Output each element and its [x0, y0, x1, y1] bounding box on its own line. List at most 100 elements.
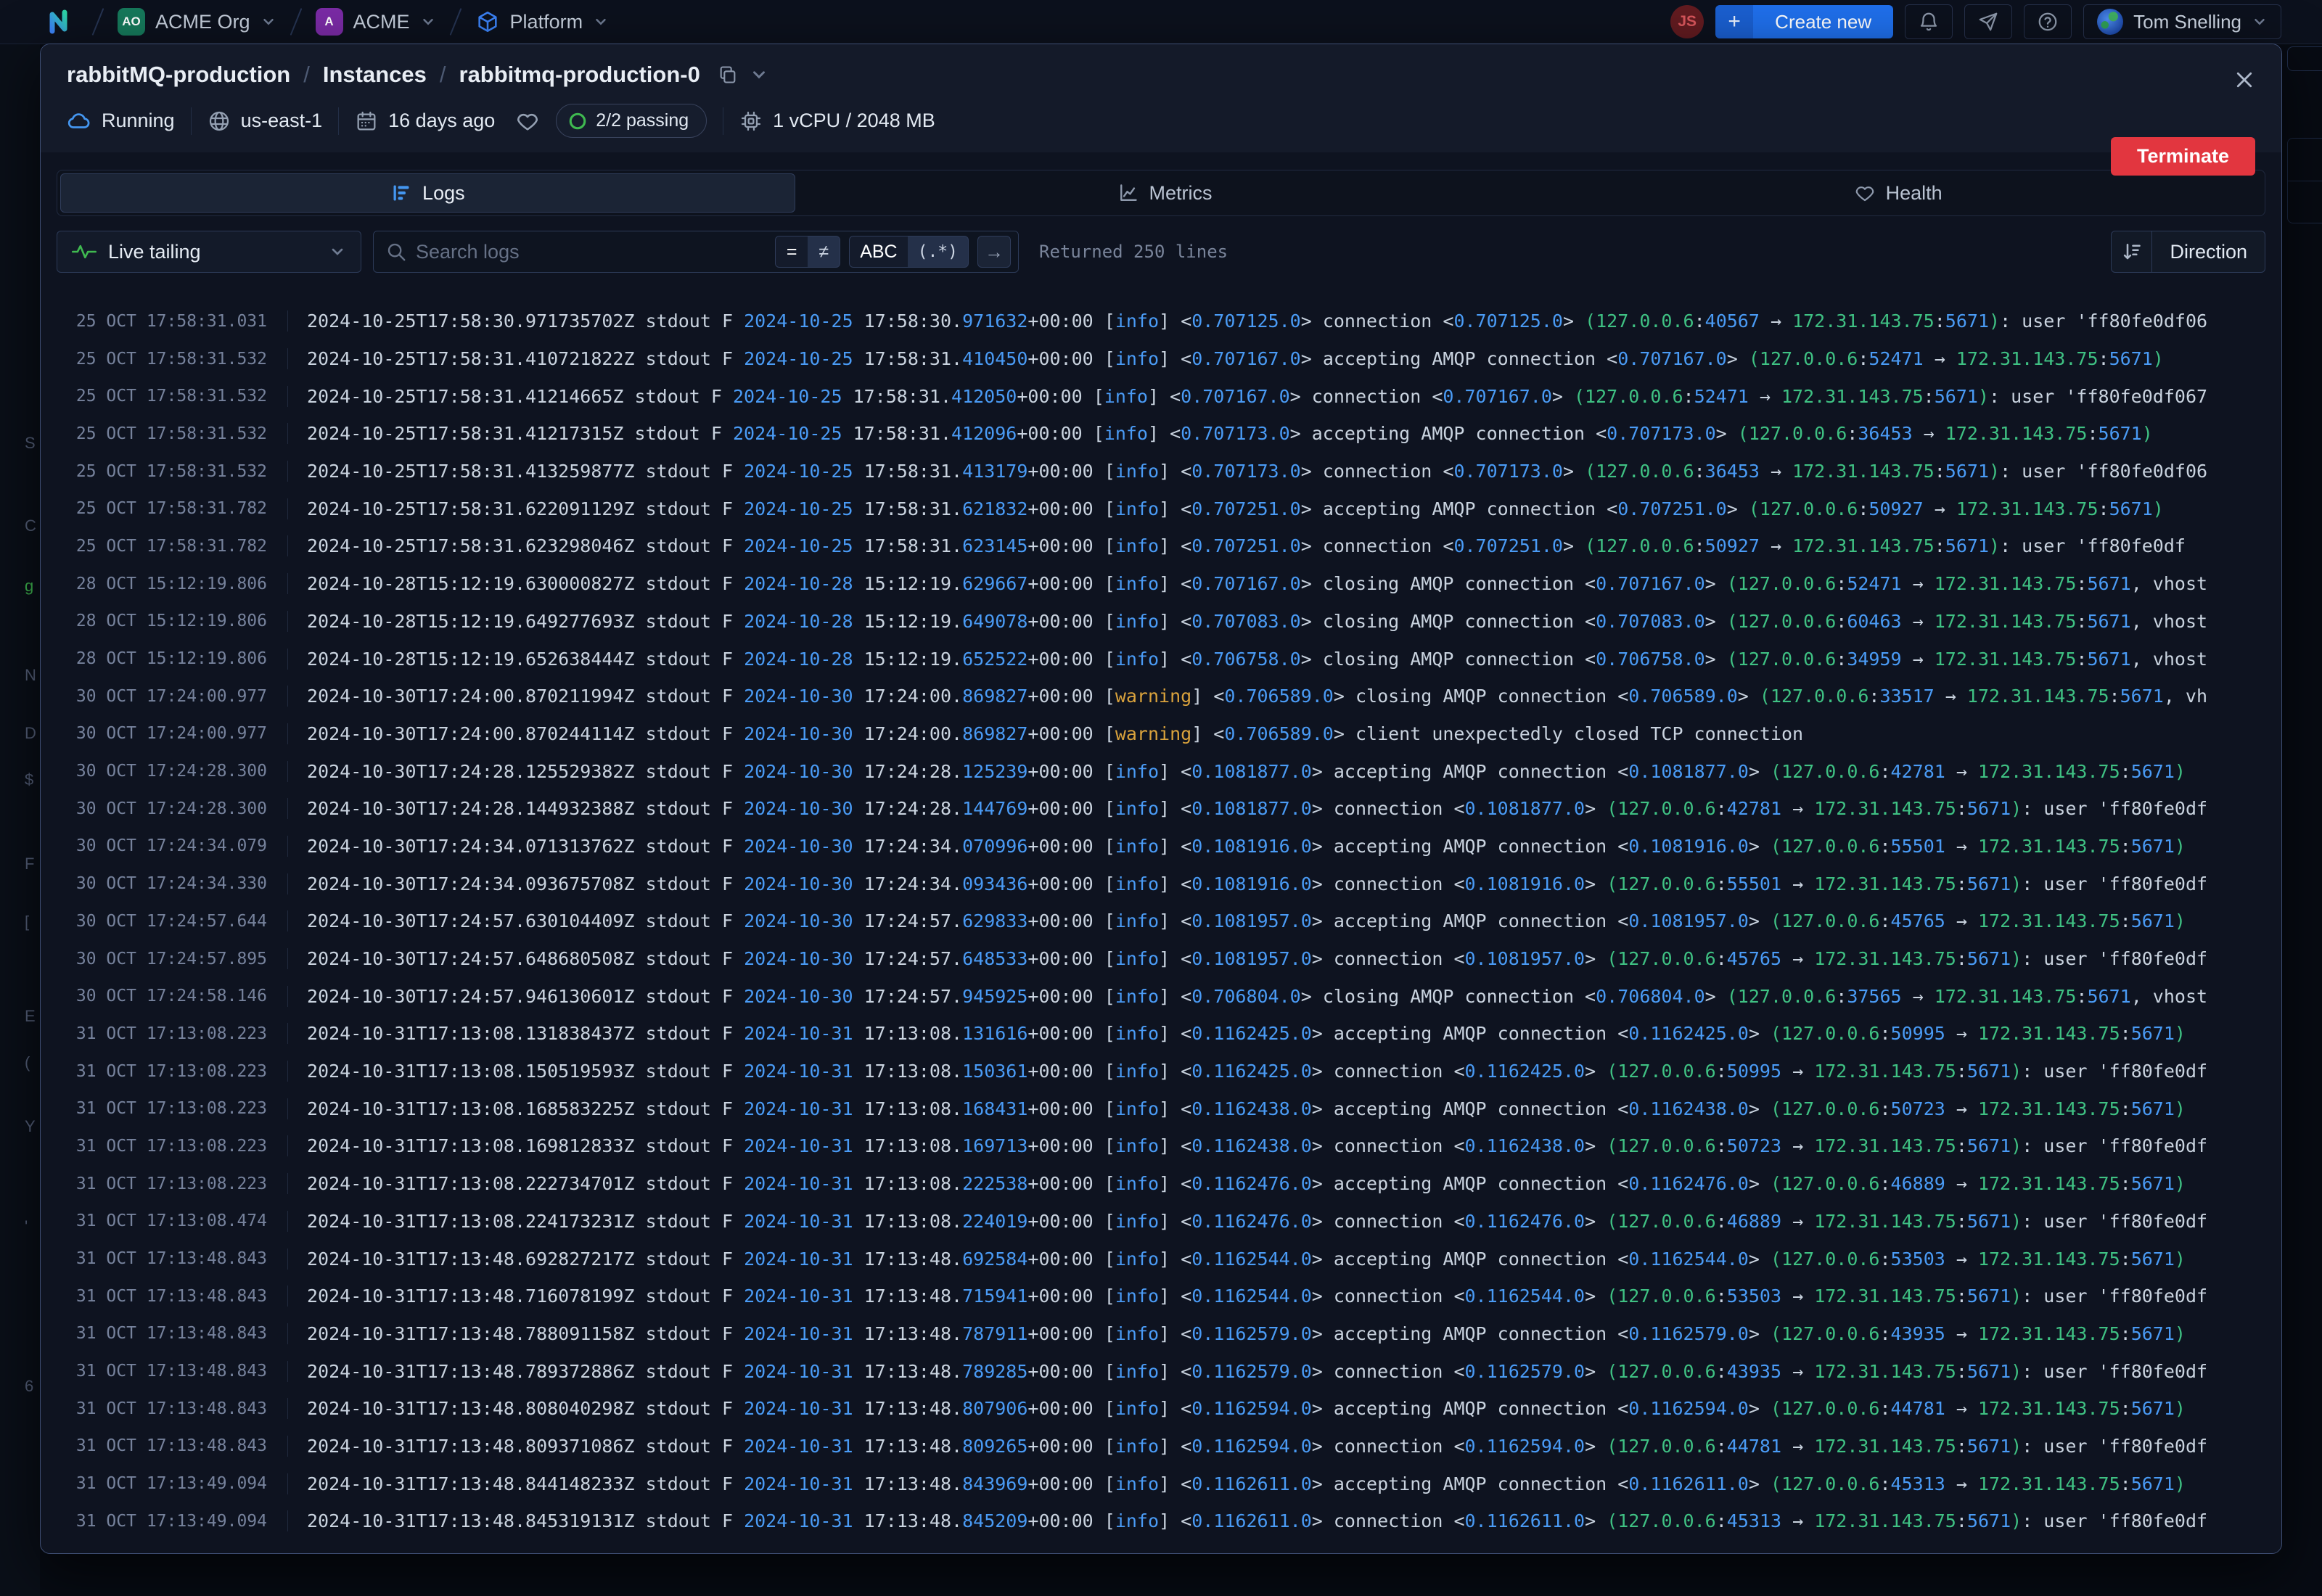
breadcrumb-service-name[interactable]: rabbitMQ-production	[67, 62, 290, 88]
background-text-fragment: C	[25, 517, 36, 535]
not-equals-toggle[interactable]: ≠	[808, 236, 840, 267]
background-panel-edge	[2287, 138, 2322, 223]
log-row: 31 OCT 17:13:08.4742024-10-31T17:13:08.2…	[41, 1203, 2281, 1241]
chevron-down-icon	[260, 14, 276, 30]
log-row: 30 OCT 17:24:58.1462024-10-30T17:24:57.9…	[41, 977, 2281, 1015]
avatar[interactable]: JS	[1670, 5, 1704, 38]
heart-icon	[1854, 182, 1876, 204]
search-icon	[385, 241, 407, 263]
status-running: Running	[67, 109, 175, 133]
chip-icon	[739, 110, 763, 133]
status-age: 16 days ago	[355, 110, 495, 133]
check-ring-icon	[568, 112, 587, 131]
tabstrip: Logs Metrics Health	[57, 170, 2265, 216]
breadcrumb-separator	[92, 8, 104, 36]
log-row: 25 OCT 17:58:31.7822024-10-25T17:58:31.6…	[41, 527, 2281, 565]
search-box: = ≠ ABC (.*) →	[373, 231, 1019, 273]
chevron-down-icon	[329, 243, 346, 260]
log-row: 31 OCT 17:13:08.2232024-10-31T17:13:08.1…	[41, 1090, 2281, 1127]
log-row: 31 OCT 17:13:08.2232024-10-31T17:13:08.1…	[41, 1127, 2281, 1165]
log-row: 28 OCT 15:12:19.8062024-10-28T15:12:19.6…	[41, 565, 2281, 603]
breadcrumb-org[interactable]: AO ACME Org	[118, 8, 276, 36]
project-label: ACME	[353, 11, 410, 33]
status-resources: 1 vCPU / 2048 MB	[739, 110, 935, 133]
metrics-icon	[1117, 182, 1139, 204]
log-row: 31 OCT 17:13:48.8432024-10-31T17:13:48.7…	[41, 1352, 2281, 1390]
log-row: 31 OCT 17:13:48.8432024-10-31T17:13:48.7…	[41, 1315, 2281, 1353]
chevron-down-icon[interactable]	[750, 65, 768, 84]
background-text-fragment: 6	[25, 1377, 33, 1396]
calendar-icon	[355, 110, 378, 133]
background-panel-edge	[2287, 46, 2322, 71]
user-menu[interactable]: Tom Snelling	[2083, 4, 2281, 39]
status-region: us-east-1	[208, 110, 323, 133]
log-row: 31 OCT 17:13:48.8432024-10-31T17:13:48.8…	[41, 1390, 2281, 1428]
log-rows: 25 OCT 17:58:31.0312024-10-25T17:58:30.9…	[41, 303, 2281, 1540]
log-row: 31 OCT 17:13:08.2232024-10-31T17:13:08.1…	[41, 1015, 2281, 1053]
terminate-button[interactable]: Terminate	[2111, 137, 2255, 176]
background-text-fragment: E	[25, 1007, 36, 1026]
log-row: 30 OCT 17:24:57.8952024-10-30T17:24:57.6…	[41, 940, 2281, 978]
heart-icon[interactable]	[515, 109, 540, 133]
create-new-button[interactable]: + Create new	[1715, 5, 1893, 38]
app-logo-icon[interactable]	[45, 5, 78, 38]
log-row: 31 OCT 17:13:08.2232024-10-31T17:13:08.2…	[41, 1165, 2281, 1203]
regex-mode-toggle[interactable]: (.*)	[908, 236, 968, 267]
log-row: 30 OCT 17:24:34.0792024-10-30T17:24:34.0…	[41, 828, 2281, 865]
breadcrumb-project[interactable]: A ACME	[316, 8, 436, 36]
text-regex-toggle: ABC (.*)	[849, 236, 969, 268]
divider	[191, 107, 192, 135]
health-checks-pill[interactable]: 2/2 passing	[556, 104, 707, 138]
cloud-icon	[67, 109, 91, 133]
breadcrumb-service[interactable]: Platform	[475, 9, 610, 34]
search-input[interactable]	[416, 241, 766, 263]
log-viewport[interactable]: 25 OCT 17:58:31.0312024-10-25T17:58:30.9…	[41, 303, 2281, 1553]
background-text-fragment: F	[25, 855, 34, 873]
plus-icon[interactable]: +	[1715, 5, 1753, 38]
tab-metrics[interactable]: Metrics	[798, 170, 1532, 215]
user-avatar	[2097, 9, 2123, 35]
equals-toggle[interactable]: =	[776, 236, 808, 267]
background-text-fragment: '	[25, 1217, 28, 1236]
org-label: ACME Org	[155, 11, 250, 33]
question-icon	[2037, 11, 2059, 33]
chevron-down-icon	[420, 14, 436, 30]
background-text-fragment: S	[25, 434, 36, 453]
help-button[interactable]	[2024, 4, 2072, 39]
tab-logs[interactable]: Logs	[60, 173, 795, 213]
feedback-button[interactable]	[1964, 4, 2012, 39]
sort-direction-icon	[2112, 231, 2152, 272]
log-row: 31 OCT 17:13:48.8432024-10-31T17:13:48.6…	[41, 1240, 2281, 1278]
search-submit-button[interactable]: →	[977, 236, 1011, 268]
divider	[338, 107, 339, 135]
logs-icon	[390, 182, 412, 204]
log-row: 31 OCT 17:13:49.0942024-10-31T17:13:48.8…	[41, 1502, 2281, 1540]
org-badge: AO	[118, 8, 145, 36]
direction-button[interactable]: Direction	[2111, 231, 2265, 273]
background-sidebar: SCgND$F[E(Y'6	[0, 0, 40, 1596]
log-mode-select[interactable]: Live tailing	[57, 231, 361, 273]
log-row: 25 OCT 17:58:31.7822024-10-25T17:58:31.6…	[41, 490, 2281, 527]
notifications-button[interactable]	[1905, 4, 1953, 39]
tab-health[interactable]: Health	[1531, 170, 2265, 215]
log-row: 25 OCT 17:58:31.5322024-10-25T17:58:31.4…	[41, 453, 2281, 490]
log-row: 28 OCT 15:12:19.8062024-10-28T15:12:19.6…	[41, 640, 2281, 678]
background-text-fragment: [	[25, 913, 29, 931]
background-text-fragment: $	[25, 770, 33, 789]
log-toolbar: Live tailing = ≠ ABC (.*) → Returned 250…	[57, 231, 2265, 273]
project-badge: A	[316, 8, 343, 36]
log-row: 25 OCT 17:58:31.5322024-10-25T17:58:31.4…	[41, 377, 2281, 415]
breadcrumb-instance-name[interactable]: rabbitmq-production-0	[459, 62, 700, 88]
background-text-fragment: g	[25, 577, 33, 596]
text-mode-toggle[interactable]: ABC	[850, 236, 907, 267]
copy-icon[interactable]	[718, 65, 738, 85]
cube-icon	[475, 9, 500, 34]
log-row: 28 OCT 15:12:19.8062024-10-28T15:12:19.6…	[41, 603, 2281, 641]
close-icon[interactable]	[2233, 69, 2255, 94]
chevron-down-icon	[2252, 14, 2268, 30]
background-text-fragment: Y	[25, 1117, 36, 1136]
breadcrumb-instances[interactable]: Instances	[323, 62, 427, 88]
pulse-icon	[72, 243, 97, 260]
log-row: 30 OCT 17:24:57.6442024-10-30T17:24:57.6…	[41, 902, 2281, 940]
status-row: Running us-east-1 16 days ago	[67, 104, 2255, 138]
